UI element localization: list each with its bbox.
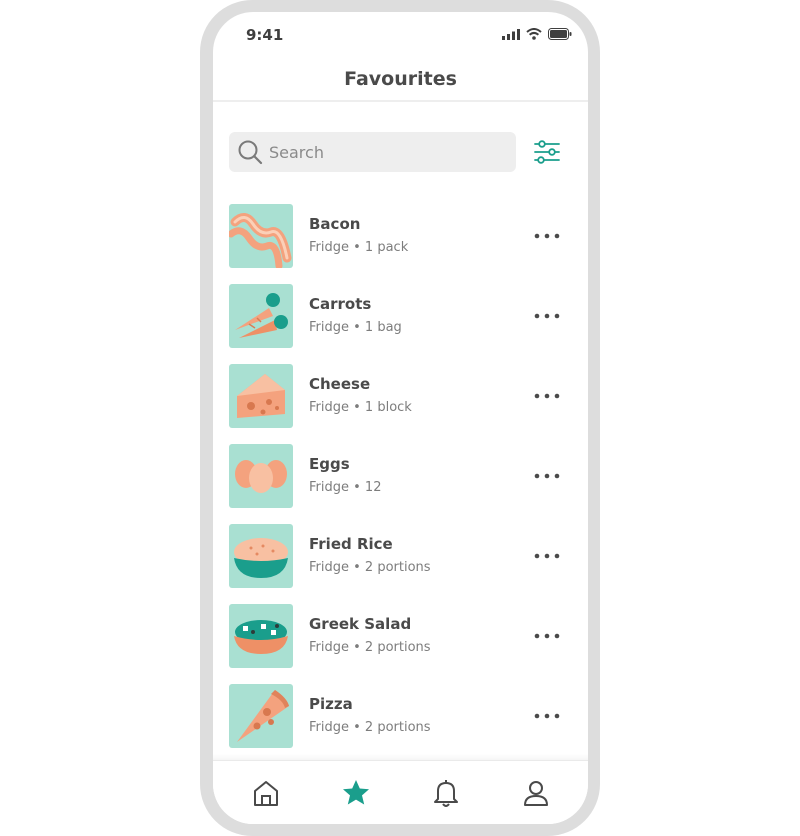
cellular-signal-icon	[502, 28, 520, 40]
item-thumbnail	[229, 684, 293, 748]
more-options-button[interactable]	[531, 302, 563, 330]
header-divider	[213, 100, 588, 102]
item-thumbnail	[229, 284, 293, 348]
search-box[interactable]	[229, 132, 516, 172]
item-meta: Fridge • 2 portions	[309, 640, 431, 655]
cheese-icon	[237, 374, 285, 418]
list-item[interactable]: Pizza Fridge • 2 portions	[213, 684, 588, 748]
more-horizontal-icon	[534, 233, 560, 239]
pizza-icon	[237, 690, 289, 742]
item-thumbnail	[229, 204, 293, 268]
tab-bar	[213, 760, 588, 824]
wifi-icon	[526, 28, 542, 40]
search-icon	[238, 140, 263, 165]
list-item[interactable]: Cheese Fridge • 1 block	[213, 364, 588, 428]
tab-home[interactable]	[250, 777, 282, 809]
list-item[interactable]: Carrots Fridge • 1 bag	[213, 284, 588, 348]
star-icon	[343, 780, 369, 805]
more-horizontal-icon	[534, 313, 560, 319]
item-thumbnail	[229, 524, 293, 588]
home-icon	[254, 781, 278, 806]
list-item[interactable]: Bacon Fridge • 1 pack	[213, 204, 588, 268]
more-horizontal-icon	[534, 473, 560, 479]
filter-sliders-icon	[534, 140, 560, 164]
header: Favourites	[213, 56, 588, 102]
more-options-button[interactable]	[531, 222, 563, 250]
more-options-button[interactable]	[531, 622, 563, 650]
more-horizontal-icon	[534, 553, 560, 559]
item-name: Cheese	[309, 375, 371, 393]
battery-icon	[548, 28, 572, 40]
item-meta: Fridge • 2 portions	[309, 720, 431, 735]
filter-button[interactable]	[531, 136, 563, 168]
item-thumbnail	[229, 444, 293, 508]
item-meta: Fridge • 1 pack	[309, 240, 409, 255]
item-name: Eggs	[309, 455, 350, 473]
list-item[interactable]: Eggs Fridge • 12	[213, 444, 588, 508]
eggs-icon	[235, 460, 287, 493]
carrots-icon	[235, 293, 288, 338]
item-name: Pizza	[309, 695, 353, 713]
page-title: Favourites	[344, 68, 457, 90]
bell-icon	[434, 780, 458, 807]
item-thumbnail	[229, 364, 293, 428]
app-screen: 9:41 Favourites Search Bacon Fridge • 1 …	[213, 12, 588, 824]
status-bar: 9:41	[213, 12, 588, 56]
item-thumbnail	[229, 604, 293, 668]
fried-rice-icon	[234, 538, 288, 578]
user-icon	[524, 781, 548, 806]
tab-favourites[interactable]	[340, 777, 372, 809]
more-options-button[interactable]	[531, 462, 563, 490]
tab-notifications[interactable]	[430, 777, 462, 809]
item-meta: Fridge • 1 block	[309, 400, 412, 415]
list-item[interactable]: Fried Rice Fridge • 2 portions	[213, 524, 588, 588]
more-options-button[interactable]	[531, 702, 563, 730]
item-name: Greek Salad	[309, 615, 412, 633]
item-meta: Fridge • 2 portions	[309, 560, 431, 575]
list-item[interactable]: Greek Salad Fridge • 2 portions	[213, 604, 588, 668]
more-options-button[interactable]	[531, 542, 563, 570]
bacon-icon	[229, 213, 292, 268]
status-time: 9:41	[246, 26, 284, 44]
item-name: Carrots	[309, 295, 372, 313]
more-horizontal-icon	[534, 633, 560, 639]
more-horizontal-icon	[534, 393, 560, 399]
item-name: Bacon	[309, 215, 361, 233]
more-horizontal-icon	[534, 713, 560, 719]
status-icons	[502, 28, 572, 40]
tab-profile[interactable]	[520, 777, 552, 809]
more-options-button[interactable]	[531, 382, 563, 410]
greek-salad-icon	[234, 620, 288, 654]
item-name: Fried Rice	[309, 535, 393, 553]
item-meta: Fridge • 12	[309, 480, 382, 495]
search-input[interactable]	[269, 132, 499, 172]
item-meta: Fridge • 1 bag	[309, 320, 402, 335]
